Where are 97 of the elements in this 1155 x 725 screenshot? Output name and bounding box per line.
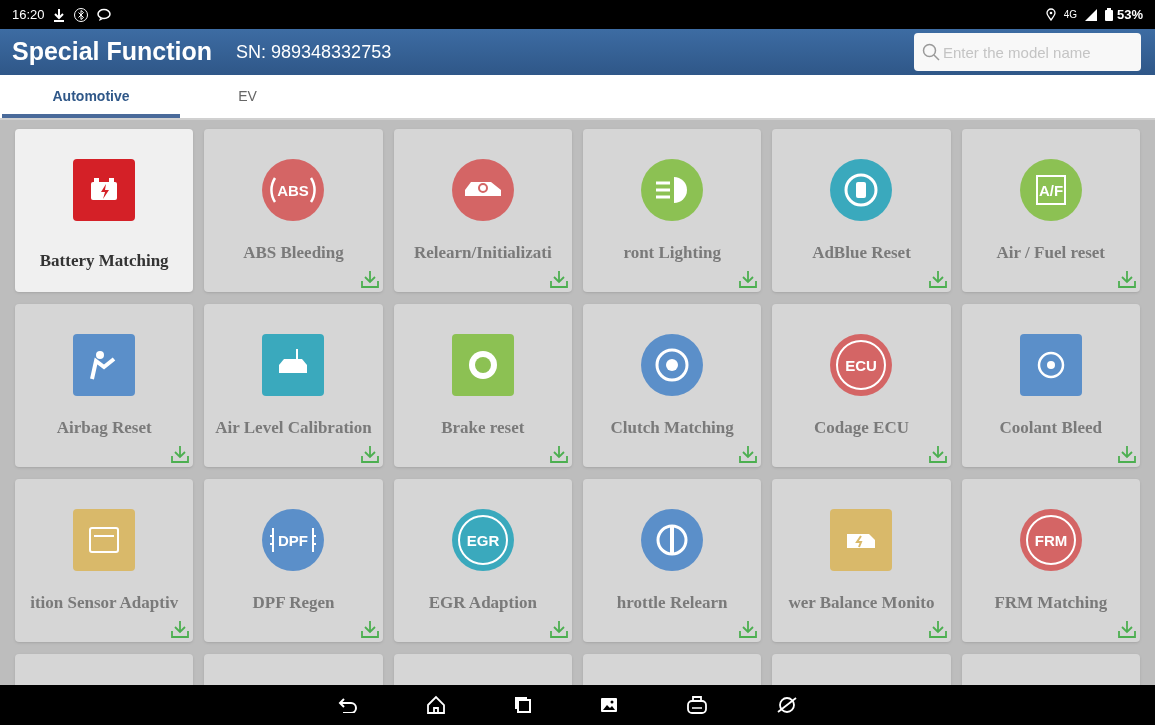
download-icon[interactable] <box>928 445 947 463</box>
download-icon[interactable] <box>1118 270 1136 288</box>
home-icon[interactable] <box>425 695 446 715</box>
search-icon <box>922 43 940 61</box>
icon-badge-text: EGR <box>466 532 500 549</box>
function-label: ront Lighting <box>623 242 721 264</box>
chat-icon <box>96 7 111 22</box>
back-icon[interactable] <box>337 697 358 713</box>
function-label: DPF Regen <box>252 592 335 614</box>
browser-icon[interactable] <box>775 695 798 715</box>
download-icon[interactable] <box>739 620 758 638</box>
function-label: Air / Fuel reset <box>996 242 1106 264</box>
download-icon[interactable] <box>360 445 379 463</box>
icon-badge-text: A/F <box>1038 182 1063 199</box>
icon-symbol-drawing <box>655 348 689 382</box>
network-type: 4G <box>1063 8 1077 22</box>
icon-symbol-drawing <box>89 527 120 553</box>
function-tile[interactable]: Brake reset <box>393 304 572 467</box>
download-icon[interactable] <box>550 620 568 638</box>
function-tile[interactable]: A/F Air / Fuel reset <box>961 129 1140 292</box>
function-tile[interactable]: ition Sensor Adaptiv <box>15 479 194 642</box>
icon-symbol-drawing <box>656 524 688 556</box>
function-tile[interactable]: ECU Codage ECU <box>772 304 951 467</box>
function-tile[interactable]: ABS ABS Bleeding <box>204 129 383 292</box>
icon-symbol-drawing <box>1037 351 1065 379</box>
download-icon[interactable] <box>171 620 190 638</box>
function-label: wer Balance Monito <box>788 592 935 614</box>
icon-symbol-drawing <box>468 351 497 379</box>
function-label: Codage ECU <box>814 417 909 439</box>
bluetooth-icon <box>72 6 89 23</box>
function-label: EGR Adaption <box>428 592 537 614</box>
recent-apps-icon[interactable] <box>513 696 532 714</box>
download-icon[interactable] <box>360 270 379 288</box>
icon-badge-text: FRM <box>1034 532 1068 549</box>
serial-number: SN: 989348332753 <box>236 40 392 64</box>
tab[interactable]: EV <box>180 75 315 118</box>
function-label: FRM Matching <box>994 592 1108 614</box>
clock: 16:20 <box>12 5 45 24</box>
download-icon[interactable] <box>1118 445 1136 463</box>
download-icon[interactable] <box>739 445 758 463</box>
download-icon[interactable] <box>928 270 947 288</box>
function-tile[interactable]: hrottle Relearn <box>583 479 762 642</box>
battery-icon <box>1104 8 1113 21</box>
function-tile[interactable]: Air Level Calibration <box>204 304 383 467</box>
download-icon[interactable] <box>360 620 379 638</box>
function-label: AdBlue Reset <box>812 242 911 264</box>
icon-symbol-drawing <box>270 176 317 204</box>
function-label: Brake reset <box>441 417 525 439</box>
download-icon <box>52 7 65 22</box>
icon-badge-text: ABS <box>277 182 310 199</box>
gallery-icon[interactable] <box>599 697 618 713</box>
icon-symbol-drawing <box>847 534 876 548</box>
function-tile[interactable]: AdBlue Reset <box>772 129 951 292</box>
icon-symbol-drawing <box>836 340 887 390</box>
icon-symbol-drawing <box>1025 515 1076 565</box>
page-title: Special Function <box>12 36 213 68</box>
signal-icon <box>1084 8 1097 21</box>
function-tile[interactable]: Airbag Reset <box>15 304 194 467</box>
download-icon[interactable] <box>171 445 190 463</box>
icon-symbol-drawing <box>654 177 688 203</box>
function-tile[interactable]: Relearn/Initializati <box>393 129 572 292</box>
function-tile[interactable]: Clutch Matching <box>583 304 762 467</box>
icon-symbol-drawing <box>464 182 501 196</box>
icon-symbol-drawing <box>845 173 878 207</box>
function-label: ition Sensor Adaptiv <box>30 592 179 614</box>
function-tile[interactable]: ront Lighting <box>583 129 762 292</box>
icon-symbol-drawing <box>91 178 118 200</box>
location-icon <box>1045 8 1056 21</box>
function-label: hrottle Relearn <box>616 592 728 614</box>
download-icon[interactable] <box>550 270 568 288</box>
icon-symbol-drawing <box>457 515 508 565</box>
download-icon[interactable] <box>1118 620 1136 638</box>
icon-symbol-drawing <box>90 351 116 380</box>
function-tile[interactable]: Coolant Bleed <box>961 304 1140 467</box>
function-tile[interactable]: wer Balance Monito <box>772 479 951 642</box>
download-icon[interactable] <box>928 620 947 638</box>
download-icon[interactable] <box>739 270 758 288</box>
function-label: Relearn/Initializati <box>413 242 552 264</box>
car-connector-icon[interactable] <box>685 695 708 715</box>
function-tile[interactable]: Battery Matching <box>15 129 194 292</box>
icon-symbol-drawing <box>269 527 318 553</box>
function-label: Clutch Matching <box>610 417 734 439</box>
icon-symbol-drawing <box>1035 175 1066 205</box>
tab[interactable]: Automotive <box>2 75 180 118</box>
function-tile[interactable]: FRM FRM Matching <box>961 479 1140 642</box>
function-tile[interactable]: EGR EGR Adaption <box>393 479 572 642</box>
function-label: Air Level Calibration <box>215 417 372 439</box>
icon-badge-text: DPF <box>278 532 309 549</box>
function-label: Battery Matching <box>39 250 169 272</box>
function-label: Coolant Bleed <box>999 417 1103 439</box>
function-tile[interactable]: DPF DPF Regen <box>204 479 383 642</box>
icon-badge-text: ECU <box>845 357 878 374</box>
function-label: ABS Bleeding <box>243 242 344 264</box>
download-icon[interactable] <box>550 445 568 463</box>
battery-level: 53% <box>1116 5 1143 24</box>
function-label: Airbag Reset <box>56 417 152 439</box>
icon-symbol-drawing <box>279 348 308 373</box>
